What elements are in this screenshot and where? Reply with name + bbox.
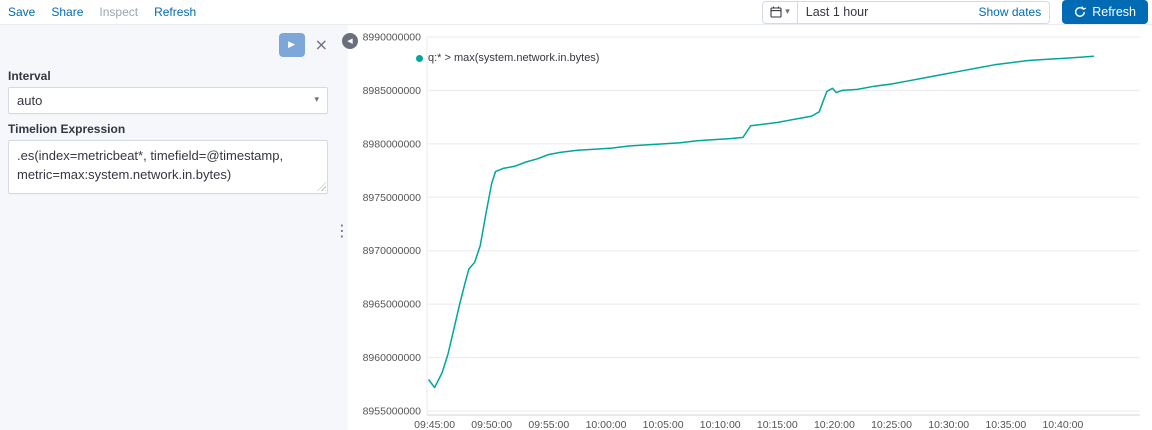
quick-select-button[interactable]: ▾ (763, 1, 798, 23)
main-content: ▶ × Interval auto ▾ Timelion Expression … (0, 25, 1152, 430)
play-icon: ▶ (288, 40, 296, 50)
toolbar-nav: Save Share Inspect Refresh (8, 5, 196, 19)
svg-text:8965000000: 8965000000 (363, 299, 422, 311)
svg-text:10:40:00: 10:40:00 (1042, 419, 1083, 430)
svg-text:10:30:00: 10:30:00 (928, 419, 969, 430)
svg-text:09:50:00: 09:50:00 (471, 419, 512, 430)
svg-text:10:15:00: 10:15:00 (757, 419, 798, 430)
date-range-value[interactable]: Last 1 hour (798, 5, 877, 19)
timelion-app: Save Share Inspect Refresh ▾ Last 1 hour… (0, 0, 1152, 430)
timelion-chart[interactable]: 8955000000 8960000000 8965000000 8970000000… (360, 25, 1152, 430)
svg-text:8985000000: 8985000000 (363, 85, 422, 97)
svg-text:09:55:00: 09:55:00 (528, 419, 569, 430)
chevron-down-icon: ▾ (785, 6, 790, 17)
calendar-icon (770, 6, 782, 18)
interval-label: Interval (8, 69, 51, 83)
share-button[interactable]: Share (51, 5, 83, 19)
svg-text:10:35:00: 10:35:00 (985, 419, 1026, 430)
close-panel-button[interactable]: × (315, 37, 328, 53)
top-toolbar: Save Share Inspect Refresh ▾ Last 1 hour… (0, 0, 1152, 25)
svg-text:10:20:00: 10:20:00 (814, 419, 855, 430)
collapse-arrow-icon: ◀ (347, 36, 353, 45)
svg-text:8960000000: 8960000000 (363, 352, 422, 364)
expression-label: Timelion Expression (8, 122, 126, 136)
expression-textarea[interactable]: .es(index=metricbeat*, timefield=@timest… (8, 140, 328, 194)
interval-selected-value: auto (17, 93, 43, 108)
refresh-link[interactable]: Refresh (154, 5, 196, 19)
svg-text:8955000000: 8955000000 (363, 406, 422, 418)
svg-text:8975000000: 8975000000 (363, 192, 422, 204)
refresh-button-label: Refresh (1092, 5, 1136, 19)
interval-select[interactable]: auto ▾ (8, 87, 328, 114)
expression-field-wrap: .es(index=metricbeat*, timefield=@timest… (8, 140, 328, 194)
svg-text:8990000000: 8990000000 (363, 32, 422, 44)
refresh-icon (1074, 6, 1087, 18)
panel-actions: ▶ × (0, 33, 348, 61)
expression-sidebar: ▶ × Interval auto ▾ Timelion Expression … (0, 25, 348, 430)
svg-text:8970000000: 8970000000 (363, 245, 422, 257)
collapse-panel-button[interactable]: ◀ (342, 33, 358, 49)
save-button[interactable]: Save (8, 5, 35, 19)
svg-text:09:45:00: 09:45:00 (414, 419, 455, 430)
svg-text:8980000000: 8980000000 (363, 138, 422, 150)
svg-text:10:05:00: 10:05:00 (643, 419, 684, 430)
refresh-button[interactable]: Refresh (1062, 0, 1148, 24)
chevron-down-icon: ▾ (314, 95, 319, 105)
show-dates-button[interactable]: Show dates (979, 5, 1050, 19)
play-button[interactable]: ▶ (278, 33, 305, 57)
svg-text:10:00:00: 10:00:00 (586, 419, 627, 430)
panel-drag-handle[interactable]: ⋮ (334, 223, 350, 239)
chart-area: q:* > max(system.network.in.bytes) 89550… (348, 25, 1152, 430)
inspect-button[interactable]: Inspect (99, 5, 138, 19)
time-controls: ▾ Last 1 hour Show dates Refresh (762, 0, 1148, 24)
svg-text:10:10:00: 10:10:00 (700, 419, 741, 430)
super-date-picker: ▾ Last 1 hour Show dates (762, 0, 1051, 24)
svg-text:10:25:00: 10:25:00 (871, 419, 912, 430)
